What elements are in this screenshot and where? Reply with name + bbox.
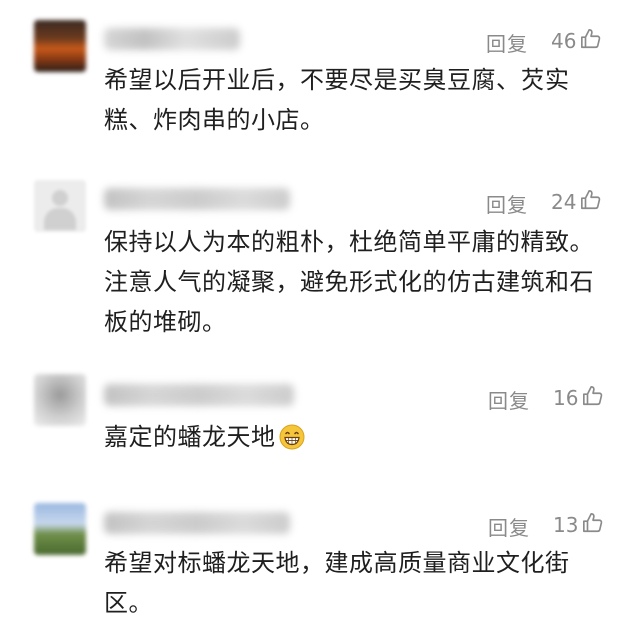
thumbs-up-icon[interactable]: [582, 512, 604, 534]
avatar[interactable]: [34, 503, 86, 555]
comment-item: 回复 13 希望对标蟠龙天地，建成高质量商业文化街区。: [0, 0, 640, 639]
like-count: 13: [553, 513, 579, 537]
reply-button[interactable]: 回复: [488, 512, 530, 541]
username-blurred: [104, 512, 290, 534]
comment-text: 希望对标蟠龙天地，建成高质量商业文化街区。: [104, 549, 570, 617]
